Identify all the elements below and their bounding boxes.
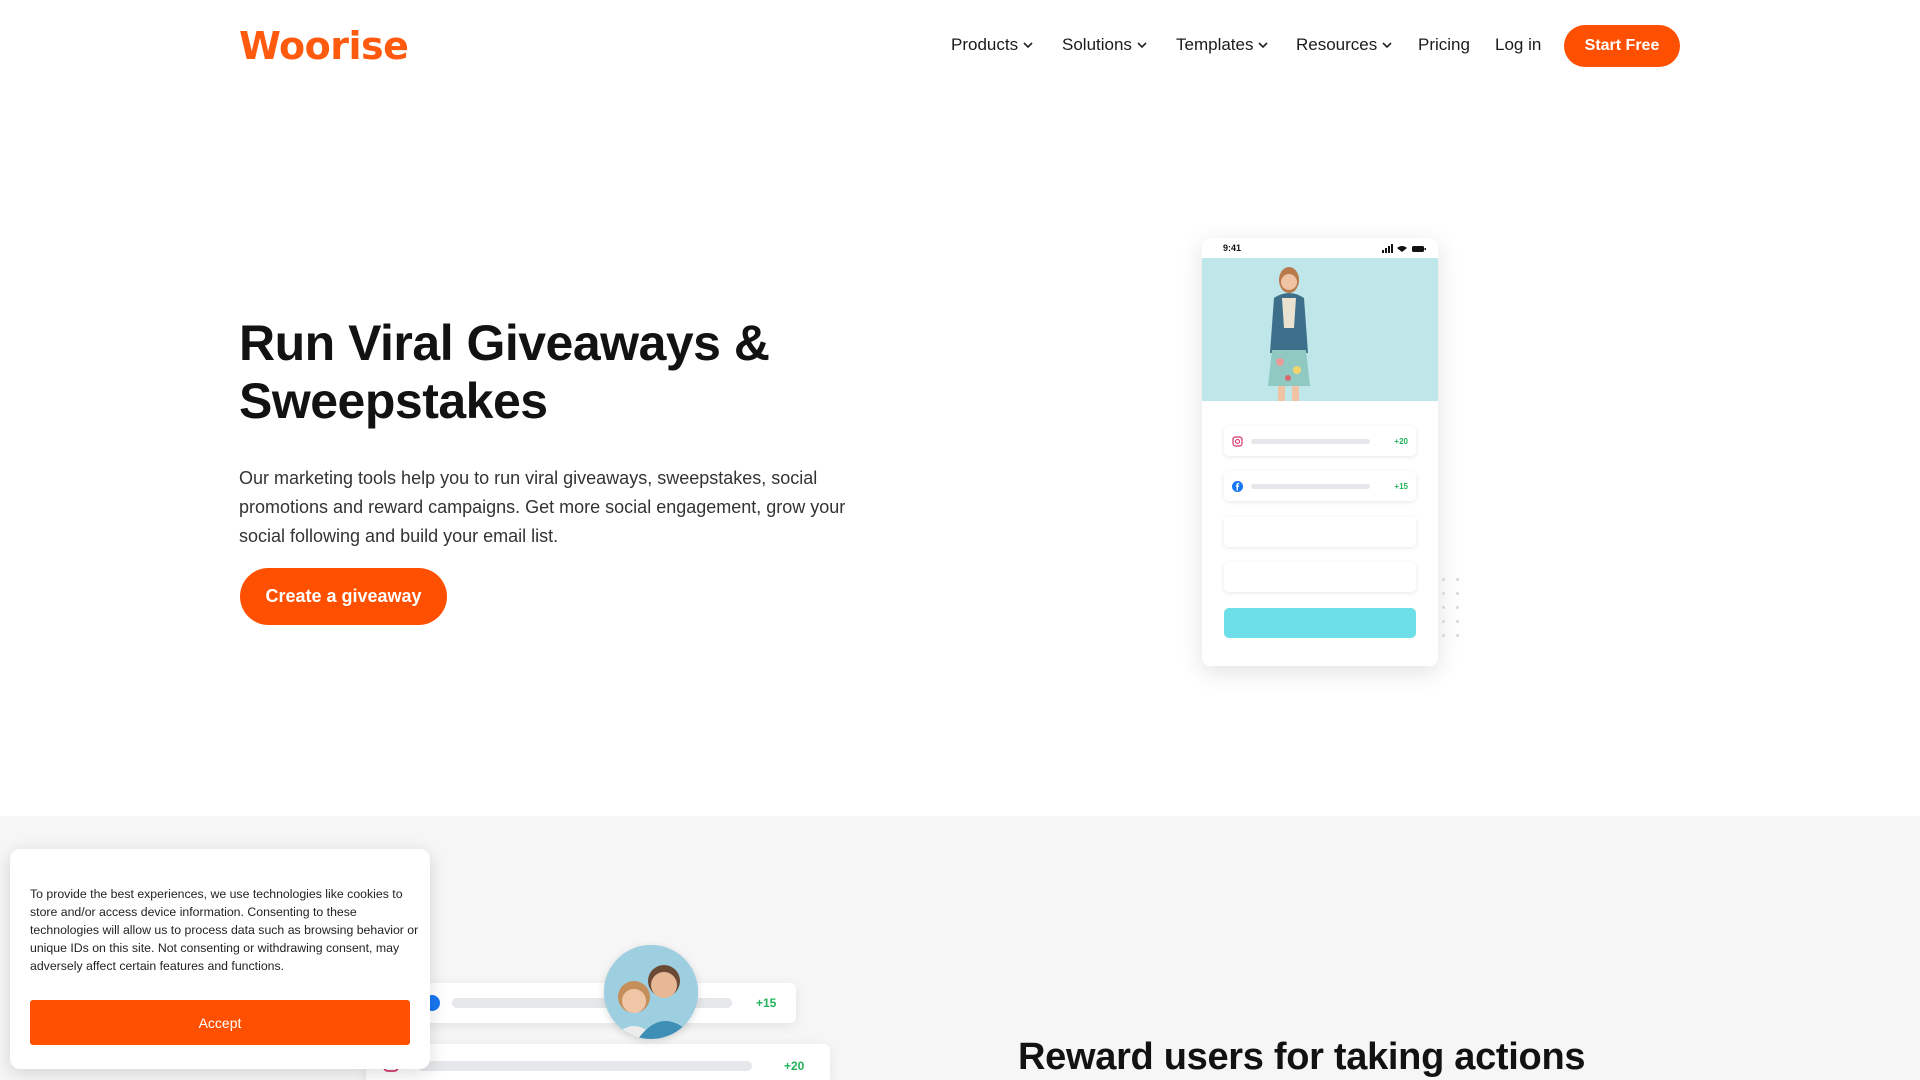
couple-photo [604, 945, 698, 1039]
cookie-consent-text: To provide the best experiences, we use … [30, 887, 419, 973]
phone-mockup: 9:41 +20 +15 [1202, 238, 1438, 666]
hero-title: Run Viral Giveaways & Sweepstakes [239, 314, 859, 430]
card-points: +15 [756, 996, 777, 1010]
row-points: +20 [1394, 436, 1408, 446]
nav-resources-label: Resources [1296, 35, 1378, 54]
chevron-down-icon [1023, 42, 1033, 49]
row-placeholder-bar [1251, 483, 1371, 489]
create-giveaway-button[interactable]: Create a giveaway [240, 568, 447, 625]
nav-login[interactable]: Log in [1495, 35, 1541, 55]
phone-time: 9:41 [1223, 243, 1242, 253]
chevron-down-icon [1137, 42, 1147, 49]
nav-solutions[interactable]: Solutions [1062, 35, 1148, 55]
nav-products[interactable]: Products [951, 35, 1034, 55]
nav-solutions-label: Solutions [1062, 35, 1132, 54]
giveaway-hero-image [1202, 258, 1438, 401]
nav-templates[interactable]: Templates [1176, 35, 1269, 55]
nav-resources[interactable]: Resources [1296, 35, 1393, 55]
facebook-icon [1232, 480, 1243, 492]
phone-empty-row [1224, 562, 1416, 592]
rewards-section-title: Reward users for taking actions [1018, 1036, 1586, 1078]
cookie-consent-popup: To provide the best experiences, we use … [10, 849, 430, 1069]
instagram-icon [1232, 435, 1243, 447]
reward-card: +20 [366, 1044, 830, 1080]
row-points: +15 [1394, 481, 1408, 491]
card-points: +20 [784, 1059, 805, 1073]
chevron-down-icon [1258, 42, 1269, 49]
phone-submit-button [1224, 608, 1416, 638]
accept-cookies-button[interactable]: Accept [30, 1000, 410, 1045]
phone-action-row: +15 [1224, 471, 1416, 501]
nav-pricing-label: Pricing [1418, 35, 1470, 54]
hero-title-line1: Run Viral Giveaways & [239, 315, 770, 371]
site-header: Woorise Products Solutions Templates Res… [0, 0, 1920, 92]
phone-action-row: +20 [1224, 426, 1416, 456]
hero-description: Our marketing tools help you to run vira… [239, 468, 846, 546]
hero-title-line2: Sweepstakes [239, 373, 548, 429]
nav-products-label: Products [951, 35, 1019, 54]
decorative-dots [1442, 578, 1466, 650]
woman-photo [1202, 258, 1438, 401]
phone-empty-row [1224, 517, 1416, 547]
nav-templates-label: Templates [1176, 35, 1254, 54]
card-placeholder-bar [418, 1061, 752, 1071]
reward-card: +15 [410, 983, 796, 1023]
nav-pricing[interactable]: Pricing [1418, 35, 1470, 55]
row-placeholder-bar [1251, 438, 1371, 444]
nav-login-label: Log in [1495, 35, 1542, 54]
signal-battery-icon [1382, 243, 1426, 253]
chevron-down-icon [1382, 42, 1392, 49]
phone-status-bar: 9:41 [1202, 238, 1438, 258]
start-free-button[interactable]: Start Free [1564, 25, 1680, 67]
couple-avatar [604, 945, 698, 1039]
